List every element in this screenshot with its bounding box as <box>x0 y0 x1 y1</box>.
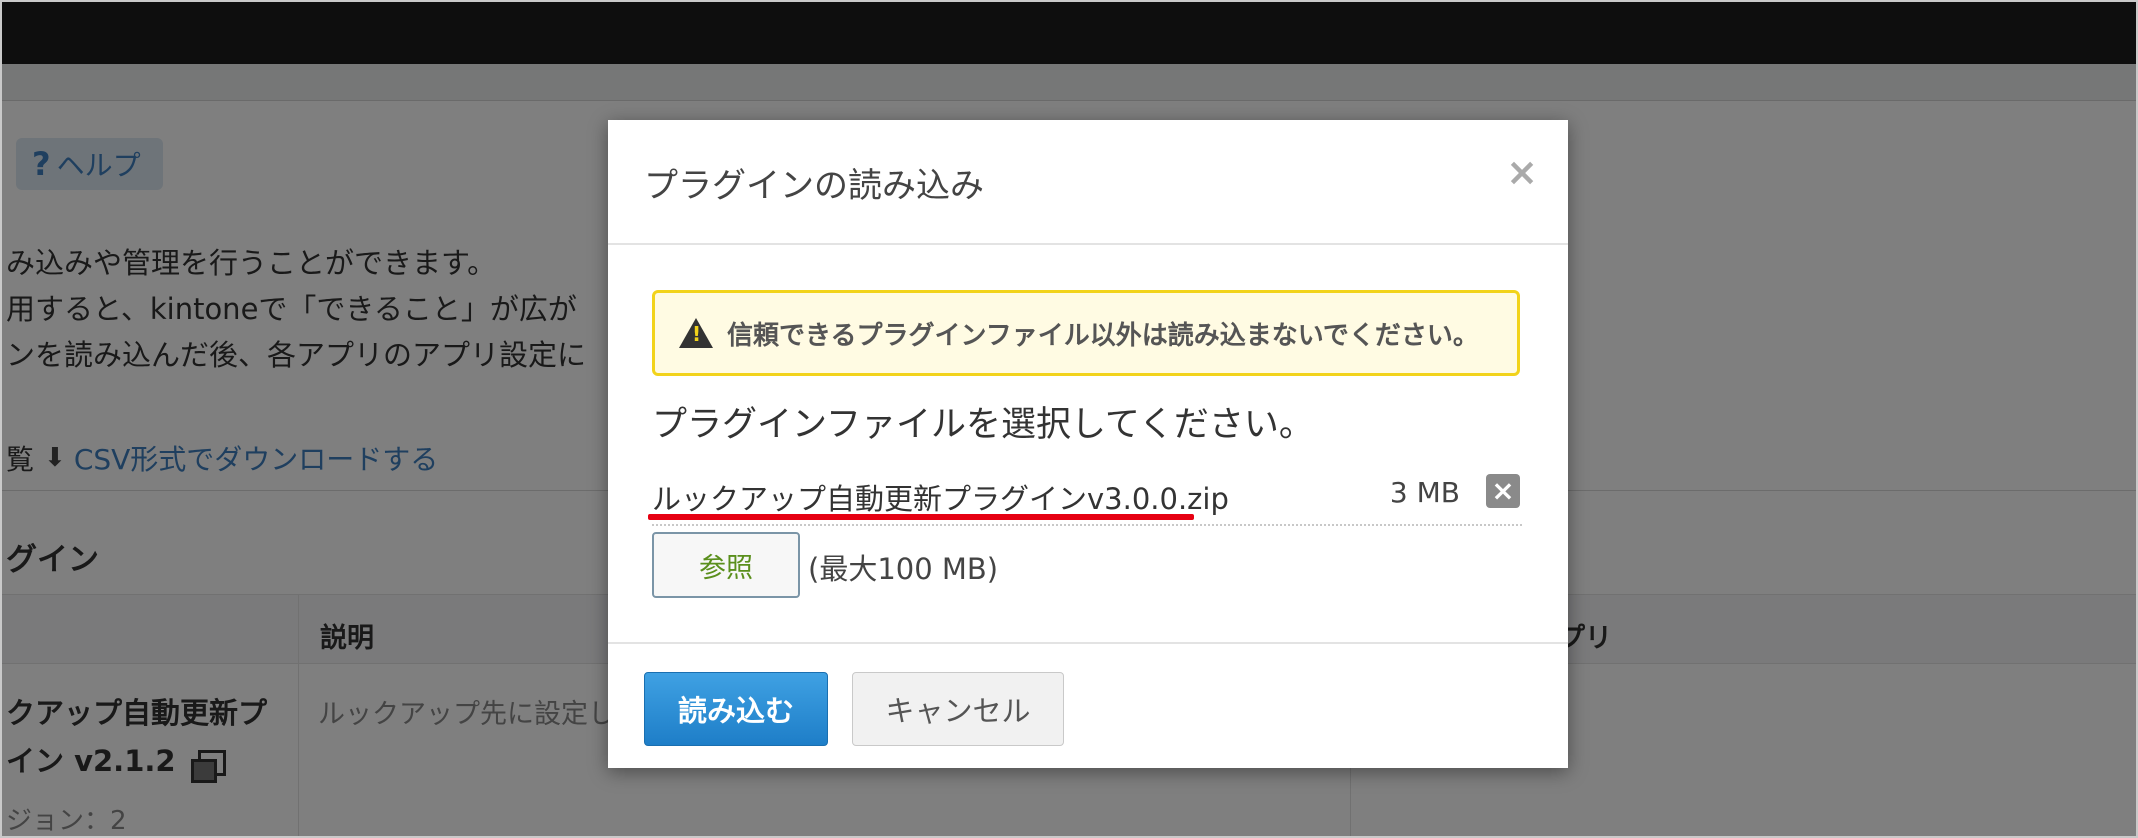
file-select-label: プラグインファイルを選択してください。 <box>652 405 1314 445</box>
close-icon[interactable]: × <box>1506 150 1538 194</box>
import-button[interactable]: 読み込む <box>644 672 828 746</box>
remove-file-icon[interactable]: × <box>1486 474 1520 508</box>
cancel-button[interactable]: キャンセル <box>852 672 1064 746</box>
warning-icon <box>679 318 713 348</box>
dialog-divider <box>608 243 1568 245</box>
plugin-import-dialog: プラグインの読み込み × 信頼できるプラグインファイル以外は読み込まないでくださ… <box>608 120 1568 768</box>
browse-button[interactable]: 参照 <box>652 532 800 598</box>
file-name: ルックアップ自動更新プラグインv3.0.0.zip <box>652 482 1229 516</box>
dialog-title: プラグインの読み込み <box>644 166 984 206</box>
warning-text: 信頼できるプラグインファイル以外は読み込まないでください。 <box>727 320 1479 351</box>
warning-alert: 信頼できるプラグインファイル以外は読み込まないでください。 <box>652 290 1520 376</box>
file-size: 3 MB <box>1389 476 1460 509</box>
max-size-note: (最大100 MB) <box>808 552 999 586</box>
dialog-footer-divider <box>608 642 1568 644</box>
selected-file-row: ルックアップ自動更新プラグインv3.0.0.zip 3 MB × <box>648 470 1522 526</box>
app-window: ? ヘルプ み込みや管理を行うことができます。 用すると、kintoneで「でき… <box>0 0 2138 838</box>
annotation-underline <box>648 514 1194 520</box>
